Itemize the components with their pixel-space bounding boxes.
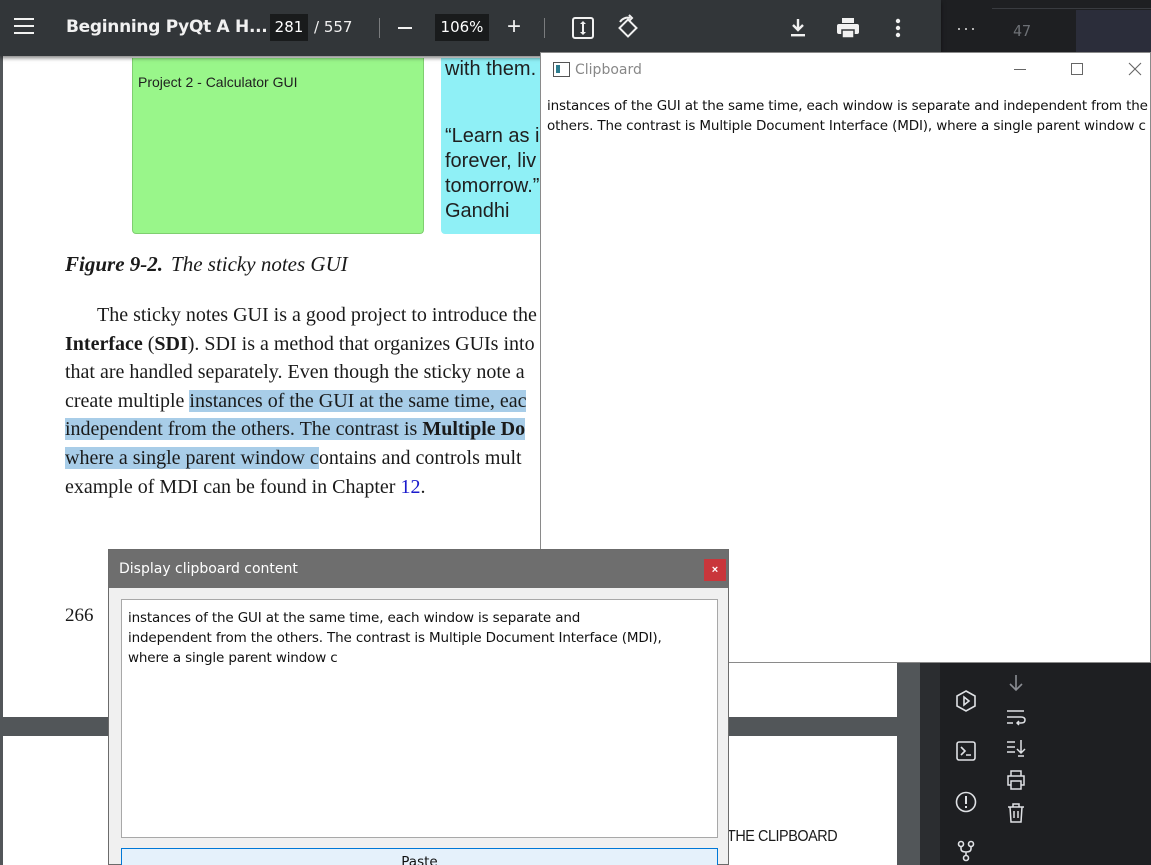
line-number: 47 — [1013, 22, 1032, 40]
figure-title: The sticky notes GUI — [171, 252, 348, 276]
minimize-icon[interactable] — [997, 53, 1043, 86]
ide-gutter — [920, 663, 940, 865]
figure-caption: Figure 9-2. The sticky notes GUI — [65, 252, 348, 277]
toolbar-divider — [544, 18, 545, 38]
window-title: Clipboard — [575, 62, 642, 78]
figure-label: Figure 9-2. — [65, 252, 164, 276]
text-span: The sticky notes GUI is a good project t… — [97, 304, 537, 326]
fit-page-icon[interactable] — [569, 14, 597, 42]
maximize-icon[interactable] — [1054, 53, 1100, 86]
text-span: create multiple — [65, 389, 190, 412]
sticky-note-quote: “Learn as i forever, liv tomorrow.” Gand… — [445, 125, 540, 222]
text-span-bold: Interface — [65, 332, 143, 355]
clipboard-text-edit[interactable]: instances of the GUI at the same time, e… — [121, 599, 718, 838]
pdf-toolbar: Beginning PyQt A H... 281 / 557 106% + — [0, 0, 941, 56]
sticky-note-text: with them. — [445, 58, 537, 80]
text-span: ontains and controls mult — [318, 446, 522, 469]
page-footer-number: 266 — [65, 605, 94, 626]
menu-icon[interactable] — [14, 18, 34, 36]
print-icon[interactable] — [834, 14, 862, 42]
toolbar-divider — [379, 18, 380, 38]
app-window-icon — [553, 62, 570, 77]
selected-text[interactable]: where a single parent window c — [65, 446, 319, 469]
zoom-out-icon[interactable] — [398, 27, 412, 29]
text-span: that are handled separately. Even though… — [65, 361, 525, 384]
ide-tool-panel — [920, 663, 1151, 865]
more-horiz-icon[interactable]: ··· — [956, 18, 977, 39]
trash-icon[interactable] — [1004, 801, 1028, 825]
paste-button[interactable]: Paste — [121, 848, 718, 865]
dialog-title: Display clipboard content — [119, 561, 298, 577]
running-head: THE CLIPBOARD — [727, 828, 838, 845]
text-span: example of MDI can be found in Chapter — [65, 475, 401, 498]
display-clipboard-dialog: Display clipboard content × instances of… — [108, 549, 729, 865]
text-span-bold: SDI — [154, 332, 188, 355]
more-vert-icon[interactable] — [884, 14, 912, 42]
terminal-icon[interactable] — [954, 739, 978, 763]
arrow-down-icon[interactable] — [1004, 671, 1028, 695]
print-icon[interactable] — [1004, 768, 1028, 792]
sticky-note-text: Project 2 - Calculator GUI — [138, 74, 298, 90]
text-span: . — [420, 475, 426, 498]
document-title: Beginning PyQt A H... — [66, 17, 268, 37]
close-icon[interactable] — [1112, 53, 1151, 86]
git-branch-icon[interactable] — [954, 839, 978, 863]
chapter-link[interactable]: 12 — [400, 476, 420, 498]
zoom-input[interactable]: 106% — [435, 14, 489, 41]
ide-tab-strip — [992, 0, 1151, 9]
dialog-titlebar[interactable]: Display clipboard content × — [109, 550, 728, 588]
download-icon[interactable] — [784, 14, 812, 42]
page-total: / 557 — [314, 18, 353, 36]
page-number-input[interactable]: 281 — [270, 14, 308, 41]
selected-text[interactable]: independent from the others. The contras… — [65, 418, 423, 441]
selected-text-bold[interactable]: Multiple Do — [422, 418, 526, 441]
window-titlebar[interactable]: Clipboard — [541, 53, 1150, 86]
text-span: ( — [142, 332, 155, 355]
close-button[interactable]: × — [704, 559, 726, 581]
clipboard-label: instances of the GUI at the same time, e… — [547, 98, 1148, 134]
sticky-note-image: Project 2 - Calculator GUI — [132, 58, 424, 234]
run-icon[interactable] — [954, 689, 978, 713]
soft-wrap-icon[interactable] — [1004, 705, 1028, 729]
selected-text[interactable]: instances of the GUI at the same time, e… — [189, 389, 527, 412]
rotate-icon[interactable] — [614, 14, 642, 42]
problems-icon[interactable] — [954, 790, 978, 814]
scroll-to-end-icon[interactable] — [1004, 736, 1028, 760]
zoom-in-icon[interactable]: + — [507, 15, 521, 39]
text-span: ). SDI is a method that organizes GUIs i… — [187, 332, 535, 355]
